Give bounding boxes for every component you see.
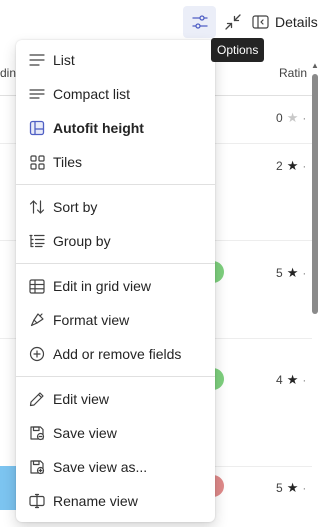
menu-item-sort-by[interactable]: Sort by [16,191,215,223]
menu-item-label: Save view [53,425,117,441]
grid-icon [28,277,46,295]
menu-item-rename-view[interactable]: Rename view [16,485,215,517]
menu-item-format-view[interactable]: Format view [16,304,215,336]
rating-cell[interactable]: 0 ★ · [276,110,306,126]
menu-item-label: Autofit height [53,120,144,136]
menu-item-edit-view[interactable]: Edit view [16,383,215,415]
details-label: Details [275,14,318,30]
compact-list-icon [28,85,46,103]
menu-divider [16,376,215,377]
sliders-icon [191,13,209,31]
collapse-arrows-icon [224,13,242,31]
details-pane-button[interactable]: Details [252,6,325,38]
more-stars-partial: · [302,481,307,495]
rating-cell[interactable]: 5 ★ · [276,265,306,281]
collapse-button[interactable] [219,6,247,38]
menu-item-list[interactable]: List [16,44,215,76]
star-filled-icon: ★ [286,158,299,173]
rating-value: 5 [276,266,283,280]
menu-item-label: Sort by [53,199,98,215]
star-filled-icon: ★ [286,372,299,387]
more-stars-partial: · [302,373,307,387]
scrollbar-thumb[interactable] [312,74,318,314]
star-filled-icon: ★ [286,265,299,280]
save-icon [28,424,46,442]
more-stars-partial: · [302,111,307,125]
group-icon [28,232,46,250]
menu-item-label: Edit view [53,391,110,407]
menu-divider [16,184,215,185]
command-bar: Details [0,0,325,40]
menu-item-label: Save view as... [53,459,148,475]
options-tooltip: Options [211,38,265,62]
sort-icon [28,198,46,216]
menu-item-label: Add or remove fields [53,346,182,362]
vertical-scrollbar[interactable]: ▲ [310,60,320,516]
menu-item-label: Tiles [53,154,83,170]
more-stars-partial: · [302,159,307,173]
menu-item-label: Group by [53,233,111,249]
paintbrush-icon [28,311,46,329]
menu-item-compact-list[interactable]: Compact list [16,78,215,110]
menu-item-label: Format view [53,312,130,328]
autofit-height-icon [28,119,46,137]
star-outline-icon: ★ [286,110,299,125]
scroll-up-arrow-icon[interactable]: ▲ [310,60,320,70]
list-icon [28,51,46,69]
menu-item-label: Rename view [53,493,138,509]
pencil-icon [28,390,46,408]
view-options-menu: List Compact list Autofit height Tiles S… [16,40,215,522]
menu-item-autofit-height[interactable]: Autofit height [16,112,215,144]
rating-value: 4 [276,373,283,387]
star-filled-icon: ★ [286,480,299,495]
menu-divider [16,263,215,264]
details-pane-icon [252,14,269,30]
rename-icon [28,492,46,510]
rating-cell[interactable]: 2 ★ · [276,158,306,174]
column-header-rating[interactable]: Ratin [279,66,307,80]
menu-item-save-view-as[interactable]: Save view as... [16,451,215,483]
menu-item-label: Compact list [53,86,131,102]
more-stars-partial: · [302,266,307,280]
menu-item-group-by[interactable]: Group by [16,225,215,257]
menu-item-label: Edit in grid view [53,278,152,294]
menu-item-edit-in-grid-view[interactable]: Edit in grid view [16,270,215,302]
save-as-icon [28,458,46,476]
rating-value: 2 [276,159,283,173]
view-options-button[interactable] [183,6,216,38]
menu-item-label: List [53,52,75,68]
rating-value: 0 [276,111,283,125]
rating-value: 5 [276,481,283,495]
menu-item-add-remove-fields[interactable]: Add or remove fields [16,338,215,370]
rating-cell[interactable]: 4 ★ · [276,372,306,388]
add-circle-icon [28,345,46,363]
rating-cell[interactable]: 5 ★ · [276,480,306,496]
menu-item-tiles[interactable]: Tiles [16,146,215,178]
menu-item-save-view[interactable]: Save view [16,417,215,449]
selected-cell-highlight [0,466,17,510]
tiles-icon [28,153,46,171]
